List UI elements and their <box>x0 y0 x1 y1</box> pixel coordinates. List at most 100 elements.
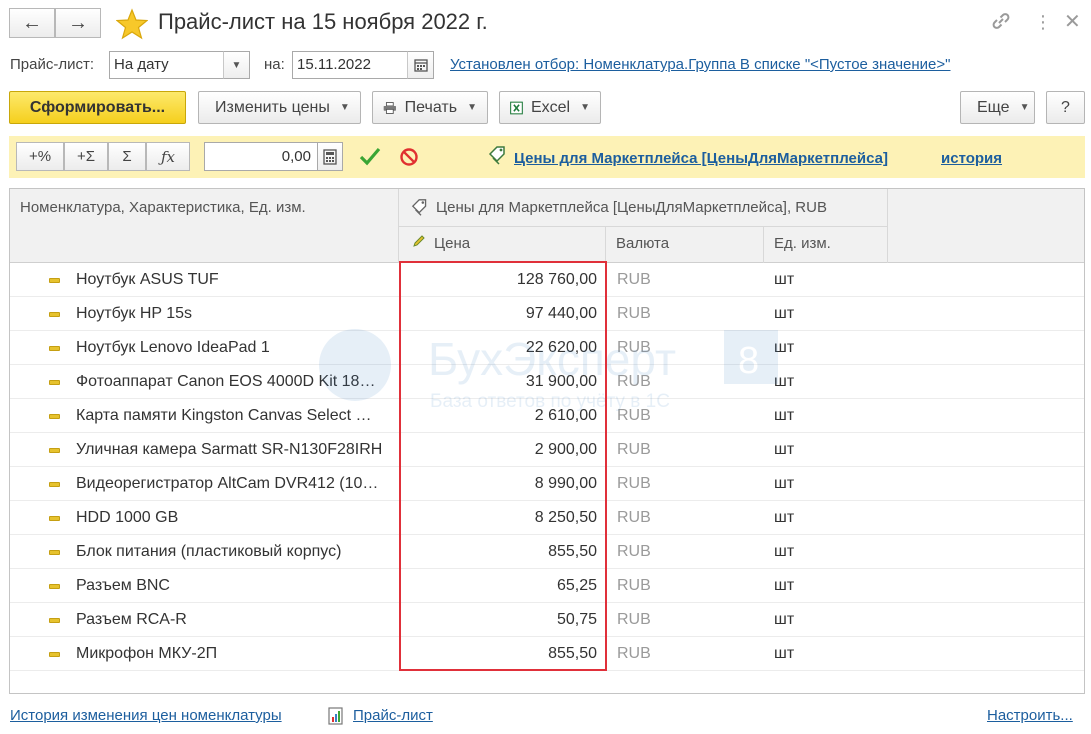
price-cell[interactable]: 2 610,00 <box>405 399 597 433</box>
table-row[interactable]: Ноутбук HP 15s 97 440,00 RUB шт <box>10 297 1084 331</box>
forward-button[interactable]: → <box>55 8 101 38</box>
add-percent-button[interactable]: +% <box>16 142 64 171</box>
date-label: на: <box>264 56 285 73</box>
table-row[interactable]: Ноутбук ASUS TUF 128 760,00 RUB шт <box>10 263 1084 297</box>
item-icon <box>49 380 60 385</box>
table-row[interactable]: Уличная камера Sarmatt SR-N130F28IRH 2 90… <box>10 433 1084 467</box>
currency-cell: RUB <box>617 509 651 526</box>
currency-cell: RUB <box>617 407 651 424</box>
chevron-down-icon: ▼ <box>467 102 477 113</box>
item-icon <box>49 618 60 623</box>
column-price[interactable]: Цена <box>434 235 470 252</box>
item-name: Фотоаппарат Canon EOS 4000D Kit 18… <box>76 373 376 390</box>
price-cell[interactable]: 22 620,00 <box>405 331 597 365</box>
item-name: Микрофон МКУ-2П <box>76 645 218 662</box>
add-sum-button[interactable]: +Σ <box>64 142 108 171</box>
price-cell[interactable]: 50,75 <box>405 603 597 637</box>
calculator-button[interactable] <box>317 142 343 171</box>
item-icon <box>49 414 60 419</box>
date-input[interactable]: 15.11.2022 <box>292 51 408 79</box>
excel-label: Excel <box>530 98 571 116</box>
arrow-left-icon: ← <box>22 11 42 34</box>
table-row[interactable]: Видеорегистратор AltCam DVR412 (10… 8 990… <box>10 467 1084 501</box>
change-prices-button[interactable]: Изменить цены ▼ <box>198 91 361 124</box>
link-icon[interactable] <box>990 10 1012 38</box>
excel-icon <box>510 101 523 114</box>
pricelist-mode-select[interactable]: На дату <box>109 51 224 79</box>
more-vertical-icon[interactable]: ⋮ <box>1034 12 1052 33</box>
price-cell[interactable]: 855,50 <box>405 637 597 671</box>
table-row[interactable]: Разъем BNC 65,25 RUB шт <box>10 569 1084 603</box>
amount-input[interactable]: 0,00 <box>204 142 318 171</box>
help-button[interactable]: ? <box>1046 91 1085 124</box>
more-button[interactable]: Еще ▼ <box>960 91 1035 124</box>
currency-cell: RUB <box>617 339 651 356</box>
price-cell[interactable]: 855,50 <box>405 535 597 569</box>
column-group-prices[interactable]: Цены для Маркетплейса [ЦеныДляМаркетплей… <box>436 199 827 216</box>
item-icon <box>49 652 60 657</box>
table-row[interactable]: Микрофон МКУ-2П 855,50 RUB шт <box>10 637 1084 671</box>
column-currency[interactable]: Валюта <box>616 235 669 252</box>
price-cell[interactable]: 8 250,50 <box>405 501 597 535</box>
item-name: Ноутбук HP 15s <box>76 305 193 322</box>
back-button[interactable]: ← <box>9 8 55 38</box>
price-cell[interactable]: 128 760,00 <box>405 263 597 297</box>
settings-link[interactable]: Настроить... <box>987 707 1073 724</box>
table-row[interactable]: Блок питания (пластиковый корпус) 855,50 R… <box>10 535 1084 569</box>
column-item[interactable]: Номенклатура, Характеристика, Ед. изм. <box>20 199 306 216</box>
price-cell[interactable]: 97 440,00 <box>405 297 597 331</box>
print-button[interactable]: Печать ▼ <box>372 91 488 124</box>
price-cell[interactable]: 31 900,00 <box>405 365 597 399</box>
generate-button[interactable]: Сформировать... <box>9 91 186 124</box>
item-name: Уличная камера Sarmatt SR-N130F28IRH <box>76 441 383 458</box>
price-cell[interactable]: 8 990,00 <box>405 467 597 501</box>
table-row[interactable]: Фотоаппарат Canon EOS 4000D Kit 18… 31 90… <box>10 365 1084 399</box>
unit-cell: шт <box>774 407 795 424</box>
calculator-icon <box>323 148 337 165</box>
more-label: Еще <box>977 98 1010 116</box>
item-icon <box>49 278 60 283</box>
unit-cell: шт <box>774 305 795 322</box>
unit-cell: шт <box>774 339 795 356</box>
item-icon <box>49 448 60 453</box>
pricelist-link[interactable]: Прайс-лист <box>353 707 433 724</box>
pricelist-mode-dropdown[interactable]: ▼ <box>223 51 250 79</box>
price-history-link[interactable]: История изменения цен номенклатуры <box>10 707 282 724</box>
chevron-down-icon: ▼ <box>231 59 242 71</box>
column-unit[interactable]: Ед. изм. <box>774 235 831 252</box>
currency-cell: RUB <box>617 271 651 288</box>
table-row[interactable]: Разъем RCA-R 50,75 RUB шт <box>10 603 1084 637</box>
change-prices-label: Изменить цены <box>215 98 330 116</box>
currency-cell: RUB <box>617 611 651 628</box>
item-icon <box>49 482 60 487</box>
price-cell[interactable]: 2 900,00 <box>405 433 597 467</box>
sum-button[interactable]: Σ <box>108 142 146 171</box>
history-link[interactable]: история <box>941 150 1002 167</box>
price-type-link[interactable]: Цены для Маркетплейса [ЦеныДляМаркетплей… <box>514 150 888 167</box>
currency-cell: RUB <box>617 543 651 560</box>
table-row[interactable]: Ноутбук Lenovo IdeaPad 1 22 620,00 RUB шт <box>10 331 1084 365</box>
filter-link[interactable]: Установлен отбор: Номенклатура.Группа В … <box>450 56 951 73</box>
chevron-down-icon: ▼ <box>580 102 590 113</box>
formula-button[interactable]: ƒx <box>146 142 190 171</box>
item-name: Блок питания (пластиковый корпус) <box>76 543 342 560</box>
close-icon[interactable]: ✕ <box>1064 9 1081 34</box>
page-title: Прайс-лист на 15 ноября 2022 г. <box>158 9 488 34</box>
table-row[interactable]: Карта памяти Kingston Canvas Select … 2 6… <box>10 399 1084 433</box>
unit-cell: шт <box>774 441 795 458</box>
table-row[interactable]: HDD 1000 GB 8 250,50 RUB шт <box>10 501 1084 535</box>
price-tag-icon <box>487 145 511 171</box>
favorite-star-icon[interactable] <box>115 8 149 40</box>
unit-cell: шт <box>774 373 795 390</box>
cancel-icon[interactable] <box>399 147 419 171</box>
table-header: Номенклатура, Характеристика, Ед. изм. Ц… <box>10 189 1084 263</box>
currency-cell: RUB <box>617 373 651 390</box>
unit-cell: шт <box>774 475 795 492</box>
calendar-button[interactable] <box>407 51 434 79</box>
unit-cell: шт <box>774 271 795 288</box>
apply-checkmark-icon[interactable] <box>359 146 381 170</box>
excel-button[interactable]: Excel ▼ <box>499 91 601 124</box>
price-cell[interactable]: 65,25 <box>405 569 597 603</box>
calendar-icon <box>413 59 428 72</box>
currency-cell: RUB <box>617 645 651 662</box>
